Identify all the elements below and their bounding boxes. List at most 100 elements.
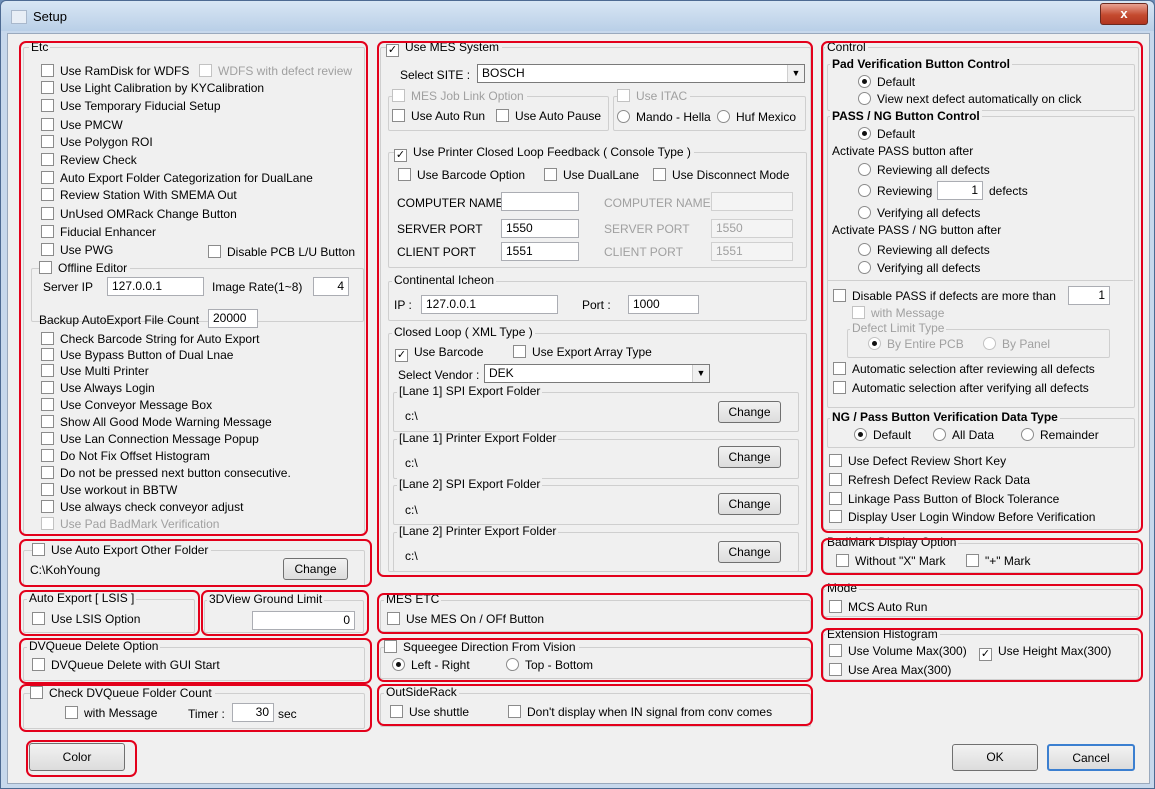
- etc2-checkbox[interactable]: Do not be pressed next button consecutiv…: [41, 466, 291, 480]
- etc2-checkbox[interactable]: Check Barcode String for Auto Export: [41, 332, 259, 346]
- pad-default-radio[interactable]: Default: [858, 75, 915, 89]
- export-array-checkbox[interactable]: Use Export Array Type: [513, 345, 652, 359]
- all-data-radio[interactable]: All Data: [933, 428, 994, 442]
- mcs-auto-run-checkbox[interactable]: MCS Auto Run: [829, 600, 927, 614]
- reviewing-all-radio-2[interactable]: Reviewing all defects: [858, 243, 990, 257]
- printer-loop-checkbox[interactable]: ✓ Use Printer Closed Loop Feedback ( Cons…: [394, 145, 694, 162]
- image-rate-input[interactable]: 4: [313, 277, 349, 296]
- etc-checkbox[interactable]: Review Station With SMEMA Out: [41, 188, 237, 202]
- area-max-checkbox[interactable]: Use Area Max(300): [829, 663, 951, 677]
- etc-checkbox[interactable]: Use Light Calibration by KYCalibration: [41, 81, 264, 95]
- without-x-checkbox[interactable]: Without "X" Mark: [836, 554, 946, 568]
- top-bottom-radio[interactable]: Top - Bottom: [506, 658, 593, 672]
- client-port-input[interactable]: 1551: [501, 242, 579, 261]
- auto-select-verify-checkbox[interactable]: Automatic selection after verifying all …: [833, 381, 1089, 395]
- dual-lane-checkbox[interactable]: Use DualLane: [544, 168, 639, 182]
- dvqueue-delete-checkbox[interactable]: DVQueue Delete with GUI Start: [32, 658, 220, 672]
- disconnect-mode-checkbox[interactable]: Use Disconnect Mode: [653, 168, 789, 182]
- computer-name-input[interactable]: [501, 192, 579, 211]
- verifying-all-radio[interactable]: Verifying all defects: [858, 206, 980, 220]
- server-port-input[interactable]: 1550: [501, 219, 579, 238]
- server-port-input-2[interactable]: 1550: [711, 219, 793, 238]
- dvqueue-count-checkbox[interactable]: Check DVQueue Folder Count: [30, 686, 215, 700]
- plus-mark-checkbox[interactable]: "+" Mark: [966, 554, 1031, 568]
- login-window-checkbox[interactable]: Display User Login Window Before Verific…: [829, 510, 1095, 524]
- ng-default-radio[interactable]: Default: [854, 428, 911, 442]
- client-port-input-2[interactable]: 1551: [711, 242, 793, 261]
- etc-checkbox[interactable]: Use PMCW: [41, 118, 123, 132]
- mes-onoff-checkbox[interactable]: Use MES On / OFf Button: [387, 612, 544, 626]
- use-shuttle-checkbox[interactable]: Use shuttle: [390, 705, 469, 719]
- reviewing-count-input[interactable]: 1: [937, 181, 983, 200]
- reviewing-all-radio[interactable]: Reviewing all defects: [858, 163, 990, 177]
- etc-checkbox[interactable]: Use Polygon ROI: [41, 135, 153, 149]
- disable-pcb-lu-checkbox[interactable]: Disable PCB L/U Button: [208, 245, 355, 259]
- etc-checkbox[interactable]: Use RamDisk for WDFS: [41, 64, 189, 78]
- volume-max-checkbox[interactable]: Use Volume Max(300): [829, 644, 967, 658]
- wdfs-defect-review-checkbox[interactable]: WDFS with defect review: [199, 64, 352, 78]
- color-button[interactable]: Color: [29, 743, 125, 771]
- computer-name-input-2[interactable]: [711, 192, 793, 211]
- etc2-checkbox[interactable]: Use Multi Printer: [41, 364, 149, 378]
- verifying-all-radio-2[interactable]: Verifying all defects: [858, 261, 980, 275]
- view3d-ground-input[interactable]: 0: [252, 611, 355, 630]
- etc-checkbox[interactable]: Auto Export Folder Categorization for Du…: [41, 171, 313, 185]
- pass-default-radio[interactable]: Default: [858, 127, 915, 141]
- lane1-spi-change-button[interactable]: Change: [718, 401, 781, 423]
- left-right-radio[interactable]: Left - Right: [392, 658, 470, 672]
- itac-checkbox[interactable]: Use ITAC: [617, 89, 691, 103]
- lane2-spi-change-button[interactable]: Change: [718, 493, 781, 515]
- by-entire-pcb-radio[interactable]: By Entire PCB: [868, 337, 964, 351]
- lane1-printer-change-button[interactable]: Change: [718, 446, 781, 468]
- use-mes-checkbox[interactable]: ✓ Use MES System: [386, 40, 503, 57]
- select-site-combo[interactable]: BOSCH ▼: [477, 64, 805, 83]
- lane2-printer-change-button[interactable]: Change: [718, 541, 781, 563]
- etc2-checkbox[interactable]: Use Always Login: [41, 381, 155, 395]
- remainder-radio[interactable]: Remainder: [1021, 428, 1099, 442]
- barcode-option-checkbox[interactable]: Use Barcode Option: [398, 168, 525, 182]
- etc2-checkbox[interactable]: Use Conveyor Message Box: [41, 398, 212, 412]
- squeegee-checkbox[interactable]: Squeegee Direction From Vision: [384, 640, 579, 654]
- etc-checkbox[interactable]: Fiducial Enhancer: [41, 225, 156, 239]
- backup-count-input[interactable]: 20000: [208, 309, 258, 328]
- auto-select-review-checkbox[interactable]: Automatic selection after reviewing all …: [833, 362, 1095, 376]
- ok-button[interactable]: OK: [952, 744, 1038, 771]
- etc2-checkbox[interactable]: Use workout in BBTW: [41, 483, 177, 497]
- by-panel-radio[interactable]: By Panel: [983, 337, 1050, 351]
- etc-checkbox[interactable]: Use Temporary Fiducial Setup: [41, 99, 221, 113]
- job-link-checkbox[interactable]: MES Job Link Option: [392, 89, 527, 103]
- auto-export-other-checkbox[interactable]: Use Auto Export Other Folder: [32, 543, 212, 557]
- auto-pause-checkbox[interactable]: Use Auto Pause: [496, 109, 601, 123]
- cancel-button[interactable]: Cancel: [1047, 744, 1135, 771]
- etc-checkbox[interactable]: UnUsed OMRack Change Button: [41, 207, 237, 221]
- offline-editor-checkbox[interactable]: Offline Editor: [39, 261, 131, 275]
- pad-badmark-checkbox[interactable]: Use Pad BadMark Verification: [41, 517, 219, 531]
- etc2-checkbox[interactable]: Use Lan Connection Message Popup: [41, 432, 259, 446]
- height-max-checkbox[interactable]: ✓ Use Height Max(300): [979, 644, 1111, 661]
- disable-pass-checkbox[interactable]: Disable PASS if defects are more than: [833, 289, 1056, 303]
- dont-display-checkbox[interactable]: Don't display when IN signal from conv c…: [508, 705, 772, 719]
- etc-checkbox[interactable]: Use PWG: [41, 243, 113, 257]
- etc2-checkbox[interactable]: Do Not Fix Offset Histogram: [41, 449, 210, 463]
- close-button[interactable]: x: [1100, 3, 1148, 25]
- ip-input[interactable]: 127.0.0.1: [421, 295, 558, 314]
- port-input[interactable]: 1000: [628, 295, 699, 314]
- vendor-combo[interactable]: DEK ▼: [484, 364, 710, 383]
- etc2-checkbox[interactable]: Use Bypass Button of Dual Lnae: [41, 348, 233, 362]
- refresh-rack-checkbox[interactable]: Refresh Defect Review Rack Data: [829, 473, 1030, 487]
- with-message-checkbox[interactable]: with Message: [852, 306, 944, 320]
- auto-run-checkbox[interactable]: Use Auto Run: [392, 109, 485, 123]
- server-ip-input[interactable]: 127.0.0.1: [107, 277, 204, 296]
- short-key-checkbox[interactable]: Use Defect Review Short Key: [829, 454, 1006, 468]
- timer-input[interactable]: 30: [232, 703, 274, 722]
- huf-mexico-radio[interactable]: Huf Mexico: [717, 110, 796, 124]
- etc-checkbox[interactable]: Review Check: [41, 153, 137, 167]
- use-barcode-checkbox[interactable]: ✓ Use Barcode: [395, 345, 483, 362]
- dvqueue-with-message-checkbox[interactable]: with Message: [65, 706, 157, 720]
- linkage-pass-checkbox[interactable]: Linkage Pass Button of Block Tolerance: [829, 492, 1059, 506]
- etc2-checkbox[interactable]: Show All Good Mode Warning Message: [41, 415, 272, 429]
- auto-export-other-change-button[interactable]: Change: [283, 558, 348, 580]
- lsis-option-checkbox[interactable]: Use LSIS Option: [32, 612, 140, 626]
- pad-view-next-radio[interactable]: View next defect automatically on click: [858, 92, 1082, 106]
- reviewing-n-radio[interactable]: Reviewing: [858, 184, 932, 198]
